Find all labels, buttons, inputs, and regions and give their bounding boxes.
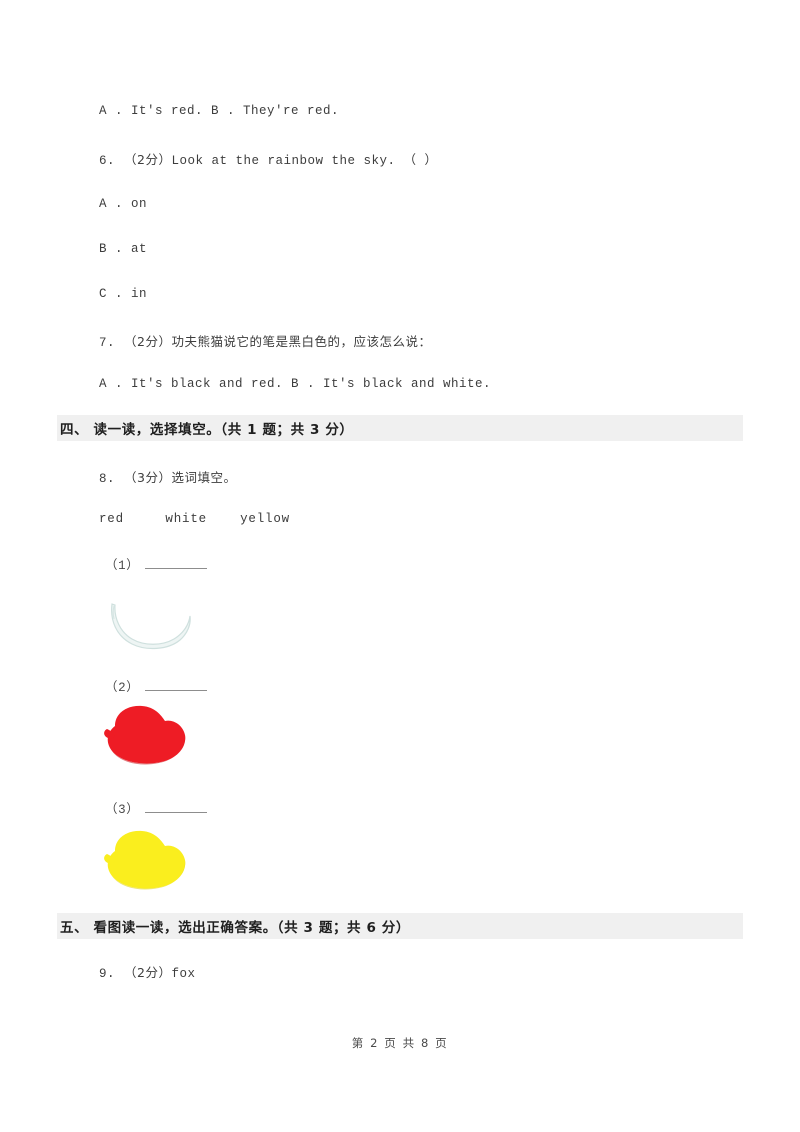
section-header-five: 五、 看图读一读，选出正确答案。（共 3 题；共 6 分） [57, 913, 743, 939]
question-6-text: Look at the rainbow the sky. （ ） [171, 154, 438, 168]
question-6-stem: 6. （2分）Look at the rainbow the sky. （ ） [99, 149, 438, 168]
exam-page: A . It's red. B . They're red. 6. （2分）Loo… [0, 0, 800, 1132]
question-7-stem: 7. （2分）功夫熊猫说它的笔是黑白色的，应该怎么说： [99, 331, 431, 350]
question-8-item-3-blank[interactable] [145, 801, 208, 813]
question-8-stem: 8. （3分）选词填空。 [99, 467, 236, 486]
red-paint-blob-image [101, 703, 193, 771]
question-6-option-b: B . at [99, 242, 148, 256]
question-8-score: （3分） [124, 470, 172, 485]
section-five-label: 五、 看图读一读，选出正确答案。（共 3 题；共 6 分） [60, 920, 410, 936]
question-8-item-2-blank[interactable] [145, 679, 208, 691]
section-four-label: 四、 读一读，选择填空。（共 1 题；共 3 分） [60, 422, 354, 438]
question-8-item-1: （1） [105, 554, 208, 573]
section-header-four: 四、 读一读，选择填空。（共 1 题；共 3 分） [57, 415, 743, 441]
question-7-options: A . It's black and red. B . It's black a… [99, 377, 492, 391]
question-8-item-3: （3） [105, 798, 208, 817]
question-7-score: （2分） [124, 334, 172, 349]
question-6-number: 6. [99, 154, 116, 168]
question-5-options: A . It's red. B . They're red. [99, 104, 340, 118]
question-9-stem: 9. （2分）fox [99, 962, 195, 981]
question-9-number: 9. [99, 967, 116, 981]
question-8-word-bank: red white yellow [99, 512, 290, 526]
question-6-score: （2分） [124, 152, 172, 167]
yellow-paint-blob-image [101, 828, 193, 896]
yellow-paint-blob-icon [104, 830, 186, 890]
question-7-text: 功夫熊猫说它的笔是黑白色的，应该怎么说： [171, 334, 432, 349]
question-7-number: 7. [99, 336, 116, 350]
white-paint-blob-image [106, 598, 198, 658]
question-9-score: （2分） [124, 965, 172, 980]
question-8-item-1-label: （1） [105, 559, 140, 573]
question-8-number: 8. [99, 472, 116, 486]
question-8-text: 选词填空。 [171, 470, 237, 485]
question-8-item-2-label: （2） [105, 681, 140, 695]
white-paint-blob-icon [111, 603, 191, 650]
page-footer: 第 2 页 共 8 页 [351, 1036, 449, 1050]
question-8-item-1-blank[interactable] [145, 557, 208, 569]
question-6-option-c: C . in [99, 287, 148, 301]
red-paint-blob-icon [104, 705, 186, 765]
question-8-item-2: （2） [105, 676, 208, 695]
question-8-item-3-label: （3） [105, 803, 140, 817]
question-9-text: fox [171, 967, 196, 981]
question-6-option-a: A . on [99, 197, 148, 211]
